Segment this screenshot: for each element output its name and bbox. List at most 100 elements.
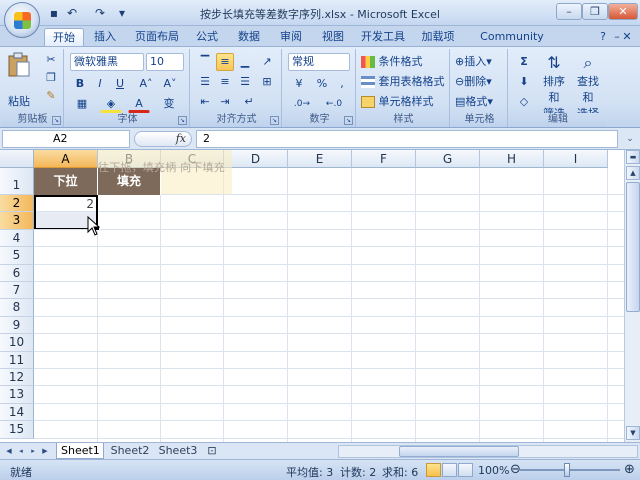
next-sheet-icon[interactable]: ▸ <box>28 446 38 457</box>
doc-minimize-button[interactable]: – <box>612 28 622 46</box>
align-center-icon[interactable]: ≡ <box>216 73 234 91</box>
decrease-decimal-icon[interactable]: ←.0 <box>320 95 348 113</box>
alignment-launcher-icon[interactable]: ↘ <box>270 116 279 125</box>
currency-icon[interactable]: ¥ <box>288 75 310 93</box>
merge-center-icon[interactable]: ⊞ <box>258 73 276 91</box>
grow-font-button[interactable]: A˄ <box>136 75 156 93</box>
tab-view[interactable]: 视图 <box>316 28 350 46</box>
worksheet-grid[interactable]: ABCDEFGHI 123456789101112131415 下拉 填充 往下… <box>0 150 624 442</box>
zoom-in-icon[interactable]: ⊕ <box>624 462 635 477</box>
delete-cells-button[interactable]: ⊖删除▾ <box>454 73 506 91</box>
column-header-d[interactable]: D <box>224 150 288 168</box>
cut-icon[interactable]: ✂ <box>42 51 60 69</box>
increase-decimal-icon[interactable]: .0→ <box>288 95 316 113</box>
format-painter-icon[interactable]: ✎ <box>42 87 60 105</box>
font-color-button[interactable]: A <box>128 95 150 113</box>
number-format-select[interactable]: 常规 <box>288 53 350 71</box>
split-box-icon[interactable]: ▬ <box>626 150 640 164</box>
align-left-icon[interactable]: ☰ <box>196 73 214 91</box>
cell-a1[interactable]: 下拉 <box>34 168 98 195</box>
row-header-2[interactable]: 2 <box>0 195 34 213</box>
align-middle-icon[interactable]: ≡ <box>216 53 234 71</box>
formula-input[interactable]: 2 <box>196 130 618 148</box>
clear-icon[interactable]: ◇ <box>514 93 534 111</box>
row-header-7[interactable]: 7 <box>0 282 34 300</box>
borders-icon[interactable]: ▦ <box>72 95 92 113</box>
select-all-corner[interactable] <box>0 150 34 168</box>
sheet-tab-3[interactable]: Sheet3 <box>154 443 202 459</box>
zoom-level[interactable]: 100% <box>478 464 509 477</box>
orientation-icon[interactable]: ↗ <box>258 53 276 71</box>
row-header-8[interactable]: 8 <box>0 299 34 317</box>
row-header-4[interactable]: 4 <box>0 229 34 248</box>
cell-styles-button[interactable]: 单元格样式 <box>360 93 448 111</box>
column-header-a[interactable]: A <box>34 150 98 168</box>
clipboard-launcher-icon[interactable]: ↘ <box>52 116 61 125</box>
find-select-button[interactable]: ⌕ 查找和 选择 <box>572 51 604 120</box>
row-header-12[interactable]: 12 <box>0 369 34 387</box>
page-layout-view-icon[interactable] <box>442 463 457 477</box>
expand-formula-bar-icon[interactable]: ⌄ <box>623 132 637 146</box>
column-header-i[interactable]: I <box>544 150 608 168</box>
tab-home[interactable]: 开始 <box>44 28 84 46</box>
wrap-text-icon[interactable]: ↵ <box>240 93 258 111</box>
underline-button[interactable]: U <box>112 75 128 93</box>
column-header-e[interactable]: E <box>288 150 352 168</box>
minimize-button[interactable]: – <box>556 3 582 20</box>
page-break-view-icon[interactable] <box>458 463 473 477</box>
tab-review[interactable]: 审阅 <box>274 28 308 46</box>
horizontal-scroll-thumb[interactable] <box>399 446 519 457</box>
row-header-3[interactable]: 3 <box>0 212 34 230</box>
align-bottom-icon[interactable]: ▁ <box>236 53 254 71</box>
percent-button[interactable]: % <box>314 75 330 93</box>
tab-developer[interactable]: 开发工具 <box>358 28 408 46</box>
format-as-table-button[interactable]: 套用表格格式 <box>360 73 448 91</box>
row-header-10[interactable]: 10 <box>0 334 34 352</box>
shrink-font-button[interactable]: A˅ <box>160 75 180 93</box>
paste-button[interactable] <box>4 51 34 95</box>
doc-close-button[interactable]: ✕ <box>622 28 632 46</box>
insert-function-button[interactable]: fx <box>134 131 192 147</box>
tab-page-layout[interactable]: 页面布局 <box>130 28 184 46</box>
scroll-down-icon[interactable]: ▼ <box>626 426 640 440</box>
italic-button[interactable]: I <box>92 75 108 93</box>
number-launcher-icon[interactable]: ↘ <box>344 116 353 125</box>
cell-a2[interactable]: 2 <box>36 196 94 212</box>
name-box[interactable]: A2 <box>2 130 130 148</box>
last-sheet-icon[interactable]: ▶ <box>40 446 50 457</box>
autosum-button[interactable]: Σ <box>514 53 534 71</box>
tab-community-clips[interactable]: Community Clips <box>466 28 558 60</box>
row-header-6[interactable]: 6 <box>0 264 34 282</box>
row-header-9[interactable]: 9 <box>0 316 34 335</box>
sheet-tab-2[interactable]: Sheet2 <box>106 443 154 459</box>
normal-view-icon[interactable] <box>426 463 441 477</box>
insert-cells-button[interactable]: ⊕插入▾ <box>454 53 506 71</box>
tab-data[interactable]: 数据 <box>232 28 266 46</box>
tab-addins[interactable]: 加载项 <box>416 28 460 46</box>
tab-insert[interactable]: 插入 <box>88 28 122 46</box>
font-launcher-icon[interactable]: ↘ <box>178 116 187 125</box>
font-name-select[interactable]: 微软雅黑 <box>70 53 144 71</box>
row-header-5[interactable]: 5 <box>0 247 34 265</box>
copy-icon[interactable]: ❐ <box>42 69 60 87</box>
row-header-1[interactable]: 1 <box>0 168 34 195</box>
column-header-f[interactable]: F <box>352 150 416 168</box>
row-header-11[interactable]: 11 <box>0 351 34 369</box>
horizontal-scrollbar[interactable] <box>338 445 638 458</box>
maximize-button[interactable]: ❐ <box>582 3 608 20</box>
row-header-15[interactable]: 15 <box>0 421 34 439</box>
help-icon[interactable]: ? <box>596 28 610 46</box>
tab-formulas[interactable]: 公式 <box>190 28 224 46</box>
vertical-scrollbar[interactable]: ▬ ▲ ▼ <box>624 150 640 442</box>
font-size-select[interactable]: 10 <box>146 53 184 71</box>
close-button[interactable]: ✕ <box>608 3 638 20</box>
phonetic-button[interactable]: 变 <box>158 95 180 113</box>
zoom-slider-thumb[interactable] <box>564 463 570 477</box>
prev-sheet-icon[interactable]: ◂ <box>16 446 26 457</box>
scroll-up-icon[interactable]: ▲ <box>626 166 640 180</box>
zoom-slider[interactable] <box>520 469 620 471</box>
decrease-indent-icon[interactable]: ⇤ <box>196 93 214 111</box>
conditional-format-button[interactable]: 条件格式 <box>360 53 448 71</box>
column-header-h[interactable]: H <box>480 150 544 168</box>
first-sheet-icon[interactable]: ◀ <box>4 446 14 457</box>
